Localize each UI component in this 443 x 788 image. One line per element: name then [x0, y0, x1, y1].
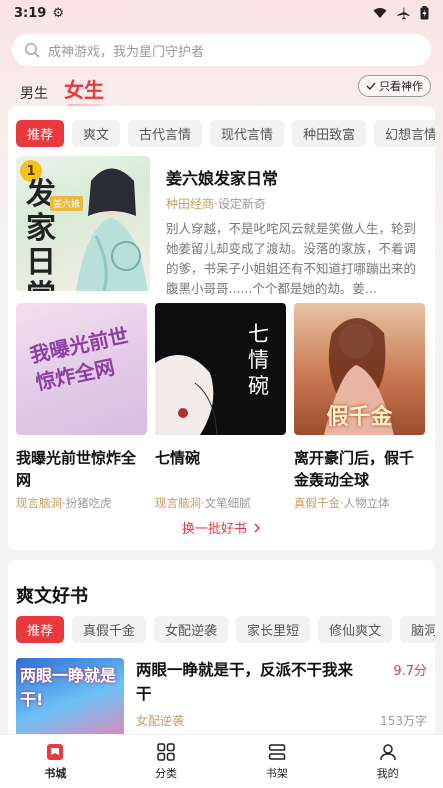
chip-side-character-comeback[interactable]: 女配逆袭 [154, 616, 229, 643]
chip-cultivation[interactable]: 修仙爽文 [318, 616, 393, 643]
grid-book-1[interactable]: 我曝光前世惊炸全网 我曝光前世惊炸全网 现言脑洞·扮猪吃虎 [16, 303, 147, 511]
bottom-tab-bar: 书城 分类 书架 我的 [0, 734, 443, 788]
grid-book-3-title[interactable]: 离开豪门后，假千金轰动全球 [294, 447, 425, 491]
grid-book-3-meta: 真假千金·人物立体 [294, 495, 425, 511]
wifi-icon [373, 8, 387, 18]
grid-book-2-cover[interactable]: 七情碗 [155, 303, 286, 435]
search-icon [25, 43, 40, 58]
settings-gear-icon: ⚙ [52, 5, 64, 21]
airplane-mode-icon [397, 7, 410, 19]
shuangwen-card: 爽文好书 推荐 真假千金 女配逆袭 家长里短 修仙爽文 脑洞 两眼一睁就是干! … [8, 560, 435, 740]
grid-book-3-tag: 真假千金 [294, 496, 340, 510]
check-icon [366, 82, 376, 91]
section2-book-score: 9.7分 [393, 664, 427, 679]
grid-book-1-cover-title: 我曝光前世惊炸全网 [27, 323, 131, 395]
grid-book-3-extra: 人物立体 [343, 496, 390, 510]
chip-shuangwen[interactable]: 爽文 [72, 120, 121, 147]
grid-book-2-extra: 文笔细腻 [204, 496, 251, 510]
battery-charging-icon [420, 6, 429, 20]
chip-fantasy-romance[interactable]: 幻想言情 [374, 120, 435, 147]
status-bar: 3:19 ⚙ [0, 0, 443, 26]
grid-book-2-cover-title: 七情碗 [248, 322, 269, 398]
grid-book-1-tag: 现言脑洞 [16, 496, 62, 510]
book-grid: 我曝光前世惊炸全网 我曝光前世惊炸全网 现言脑洞·扮猪吃虎 七情碗 七情碗 现言… [16, 303, 425, 511]
category-icon [157, 743, 175, 761]
tab-male[interactable]: 男生 [20, 83, 48, 103]
section-title: 爽文好书 [16, 586, 88, 607]
chip-imagination[interactable]: 脑洞 [400, 616, 435, 643]
section2-cover-title: 两眼一睁就是干! [20, 666, 117, 709]
grid-book-1-meta: 现言脑洞·扮猪吃虎 [16, 495, 147, 511]
grid-book-3-cover[interactable]: 假千金 [294, 303, 425, 435]
section2-book-tag: 女配逆袭 [136, 714, 185, 728]
tab-bookshelf[interactable]: 书架 [247, 742, 307, 781]
grid-book-2-tag: 现言脑洞 [155, 496, 201, 510]
recommend-card: 推荐 爽文 古代言情 现代言情 种田致富 幻想言情 1 发家日常 姜六娘 姜六娘… [8, 106, 435, 550]
grid-book-1-title[interactable]: 我曝光前世惊炸全网 [16, 447, 147, 491]
tab-bookshelf-label: 书架 [265, 767, 288, 780]
section2-chips: 推荐 真假千金 女配逆袭 家长里短 修仙爽文 脑洞 [8, 616, 435, 643]
chip-recommend[interactable]: 推荐 [16, 120, 65, 147]
search-placeholder: 成神游戏，我为星门守护者 [48, 44, 205, 60]
featured-book-tag: 种田经商 [166, 197, 215, 211]
chip-farming[interactable]: 种田致富 [292, 120, 367, 147]
section2-book-title[interactable]: 两眼一睁就是干，反派不干我来干 [136, 658, 366, 706]
chip-family-life[interactable]: 家长里短 [236, 616, 311, 643]
chip-ancient-romance[interactable]: 古代言情 [128, 120, 203, 147]
featured-book[interactable]: 1 发家日常 姜六娘 姜六娘发家日常 种田经商·设定新奇 别人穿越，不是叱咤风云… [16, 156, 428, 299]
featured-book-title[interactable]: 姜六娘发家日常 [166, 165, 428, 189]
chip-modern-romance[interactable]: 现代言情 [210, 120, 285, 147]
chevron-right-icon [254, 523, 261, 533]
featured-book-extra: 设定新奇 [217, 197, 266, 211]
section2-book[interactable]: 两眼一睁就是干! 两眼一睁就是干，反派不干我来干 9.7分 女配逆袭 153万字 [16, 658, 427, 740]
featured-book-description: 别人穿越，不是叱咤风云就是笑傲人生，轮到她姜留儿却变成了渡劫。没落的家族，不着调… [166, 221, 417, 296]
grid-book-2-title[interactable]: 七情碗 [155, 447, 286, 491]
tab-bookstore-label: 书城 [44, 767, 67, 780]
featured-cover-title: 发家日常 [26, 177, 56, 292]
tab-profile-label: 我的 [376, 767, 399, 780]
grid-book-3-cover-title: 假千金 [326, 404, 393, 430]
tab-category[interactable]: 分类 [136, 742, 196, 781]
gender-tabs: 男生 女生 [20, 74, 104, 107]
only-masterpiece-label: 只看神作 [379, 80, 423, 93]
grid-book-3[interactable]: 假千金 离开豪门后，假千金轰动全球 真假千金·人物立体 [294, 303, 425, 511]
chip-section2-recommend[interactable]: 推荐 [16, 616, 65, 643]
chip-true-false-heiress[interactable]: 真假千金 [72, 616, 147, 643]
featured-book-cover[interactable]: 1 发家日常 姜六娘 [16, 156, 150, 291]
section2-book-words: 153万字 [380, 714, 427, 728]
search-bar[interactable]: 成神游戏，我为星门守护者 [12, 34, 431, 66]
tab-profile[interactable]: 我的 [358, 742, 418, 781]
grid-book-1-cover[interactable]: 我曝光前世惊炸全网 [16, 303, 147, 435]
featured-cover-badge: 姜六娘 [50, 196, 84, 211]
tab-category-label: 分类 [155, 767, 178, 780]
category-chips: 推荐 爽文 古代言情 现代言情 种田致富 幻想言情 [8, 120, 435, 147]
bookshelf-icon [268, 744, 286, 760]
refresh-books-button[interactable]: 换一批好书 [8, 518, 435, 537]
grid-book-2-meta: 现言脑洞·文笔细腻 [155, 495, 286, 511]
status-time: 3:19 [14, 5, 47, 21]
grid-book-2[interactable]: 七情碗 七情碗 现言脑洞·文笔细腻 [155, 303, 286, 511]
bookstore-icon [47, 744, 64, 760]
profile-icon [379, 744, 396, 761]
grid-book-1-extra: 扮猪吃虎 [65, 496, 112, 510]
tab-female[interactable]: 女生 [64, 74, 104, 107]
tab-bookstore[interactable]: 书城 [25, 742, 85, 781]
featured-book-meta: 种田经商·设定新奇 [166, 195, 428, 212]
refresh-label: 换一批好书 [181, 522, 247, 537]
only-masterpiece-toggle[interactable]: 只看神作 [358, 75, 431, 97]
section2-book-cover[interactable]: 两眼一睁就是干! [16, 658, 124, 740]
